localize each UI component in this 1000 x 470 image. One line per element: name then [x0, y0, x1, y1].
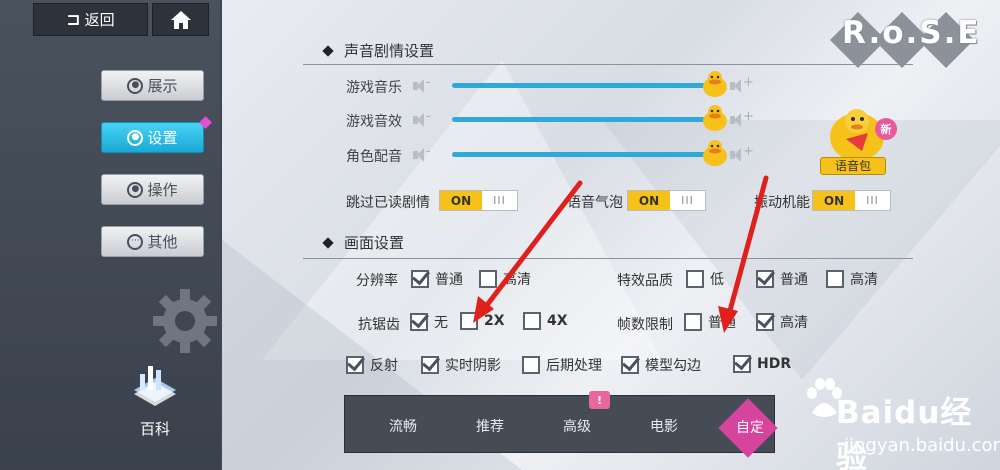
- slider-fill: [452, 83, 724, 88]
- back-arrow-icon: ⊐: [66, 9, 80, 30]
- toggle-grip-icon: III: [866, 194, 879, 207]
- antialias-2x-option[interactable]: 2X: [460, 312, 505, 330]
- gear-icon: [151, 287, 219, 359]
- section-divider: [303, 64, 913, 65]
- framerate-hd-option[interactable]: 高清: [756, 312, 808, 332]
- watermark-url: jingyan.baidu.com: [844, 435, 1000, 456]
- baidu-watermark: Baidu经验 jingyan.baidu.com: [776, 365, 1000, 470]
- home-button[interactable]: [152, 3, 209, 36]
- checkbox[interactable]: [621, 356, 639, 374]
- resolution-label: 分辨率: [356, 273, 398, 289]
- notice-flag-icon: !: [589, 391, 610, 409]
- checkbox[interactable]: [522, 356, 540, 374]
- encyclopedia-icon: [134, 366, 176, 406]
- tab-label: 展示: [147, 77, 178, 95]
- slider-handle-duck-icon[interactable]: [702, 70, 728, 98]
- home-icon: [170, 10, 192, 30]
- voice-bubble-label: 语音气泡: [567, 195, 623, 211]
- post-processing-option[interactable]: 后期处理: [522, 355, 602, 375]
- slider-handle-duck-icon[interactable]: [702, 104, 728, 132]
- person-icon: ●: [127, 181, 144, 198]
- effects-quality-label: 特效品质: [617, 273, 673, 289]
- section-divider: [303, 258, 913, 259]
- realtime-shadow-option[interactable]: 实时阴影: [421, 355, 501, 375]
- preset-advanced[interactable]: 高级: [563, 416, 591, 436]
- checkbox[interactable]: [756, 270, 774, 288]
- gear-icon: ●: [127, 129, 144, 146]
- checkbox[interactable]: [684, 313, 702, 331]
- checkbox[interactable]: [411, 270, 429, 288]
- tab-label: 操作: [147, 181, 178, 199]
- volume-down-icon[interactable]: -: [413, 75, 435, 93]
- tab-settings[interactable]: ● 设置: [101, 122, 204, 153]
- preset-smooth[interactable]: 流畅: [389, 416, 417, 436]
- resolution-hd-option[interactable]: 高清: [479, 269, 531, 289]
- antialias-none-option[interactable]: 无: [410, 312, 448, 332]
- checkbox[interactable]: [410, 313, 428, 331]
- encyclopedia-button[interactable]: 百科: [118, 360, 192, 439]
- person-icon: ●: [127, 77, 144, 94]
- antialias-label: 抗锯齿: [358, 317, 400, 333]
- music-volume-slider[interactable]: [452, 83, 724, 88]
- graphics-section-title: 画面设置: [322, 232, 404, 253]
- more-icon: ···: [127, 233, 144, 250]
- skip-read-story-label: 跳过已读剧情: [346, 195, 430, 211]
- voice-bubble-toggle[interactable]: ON III: [627, 190, 706, 211]
- framerate-limit-label: 帧数限制: [617, 317, 673, 333]
- toggle-grip-icon: III: [681, 194, 694, 207]
- toggle-grip-icon: III: [493, 194, 506, 207]
- volume-down-icon[interactable]: -: [413, 109, 435, 127]
- framerate-normal-option[interactable]: 普通: [684, 312, 736, 332]
- tab-label: 其他: [147, 233, 178, 251]
- slider-handle-duck-icon[interactable]: [702, 139, 728, 167]
- preset-custom-label[interactable]: 自定: [736, 417, 764, 437]
- checkbox[interactable]: [523, 312, 541, 330]
- model-outline-option[interactable]: 模型勾边: [621, 355, 701, 375]
- vibration-label: 振动机能: [754, 195, 810, 211]
- volume-up-icon[interactable]: +: [730, 75, 754, 93]
- sfx-volume-label: 游戏音效: [346, 114, 402, 130]
- voice-volume-slider[interactable]: [452, 152, 724, 157]
- resolution-normal-option[interactable]: 普通: [411, 269, 463, 289]
- tab-other[interactable]: ··· 其他: [101, 226, 204, 257]
- antialias-4x-option[interactable]: 4X: [523, 312, 568, 330]
- rose-logo-text: R.o.S.E: [842, 15, 981, 51]
- slider-fill: [452, 117, 724, 122]
- voice-volume-label: 角色配音: [346, 149, 402, 165]
- reflection-option[interactable]: 反射: [346, 355, 398, 375]
- sfx-volume-slider[interactable]: [452, 117, 724, 122]
- watermark-brand: Baidu经验: [836, 395, 973, 470]
- tab-controls[interactable]: ● 操作: [101, 174, 204, 205]
- effects-hd-option[interactable]: 高清: [826, 269, 878, 289]
- back-button[interactable]: ⊐ 返回: [33, 3, 148, 36]
- preset-recommended[interactable]: 推荐: [476, 416, 504, 436]
- volume-down-icon[interactable]: -: [413, 144, 435, 162]
- slider-fill: [452, 152, 724, 157]
- checkbox[interactable]: [460, 312, 478, 330]
- volume-up-icon[interactable]: +: [730, 109, 754, 127]
- voice-pack-label[interactable]: 语音包: [820, 157, 886, 175]
- checkbox[interactable]: [421, 356, 439, 374]
- skip-read-story-toggle[interactable]: ON III: [439, 190, 518, 211]
- checkbox[interactable]: [756, 313, 774, 331]
- preset-cinematic[interactable]: 电影: [650, 416, 678, 436]
- checkbox[interactable]: [686, 270, 704, 288]
- new-badge: 新: [875, 118, 897, 140]
- music-volume-label: 游戏音乐: [346, 80, 402, 96]
- checkbox[interactable]: [346, 356, 364, 374]
- effects-low-option[interactable]: 低: [686, 269, 724, 289]
- volume-up-icon[interactable]: +: [730, 144, 754, 162]
- encyclopedia-label: 百科: [139, 420, 170, 438]
- checkbox[interactable]: [826, 270, 844, 288]
- tab-display[interactable]: ● 展示: [101, 70, 204, 101]
- sound-section-title: 声音剧情设置: [322, 40, 434, 61]
- checkbox[interactable]: [733, 355, 751, 373]
- back-label: 返回: [84, 11, 115, 29]
- checkbox[interactable]: [479, 270, 497, 288]
- vibration-toggle[interactable]: ON III: [812, 190, 891, 211]
- tab-label: 设置: [147, 129, 178, 147]
- effects-normal-option[interactable]: 普通: [756, 269, 808, 289]
